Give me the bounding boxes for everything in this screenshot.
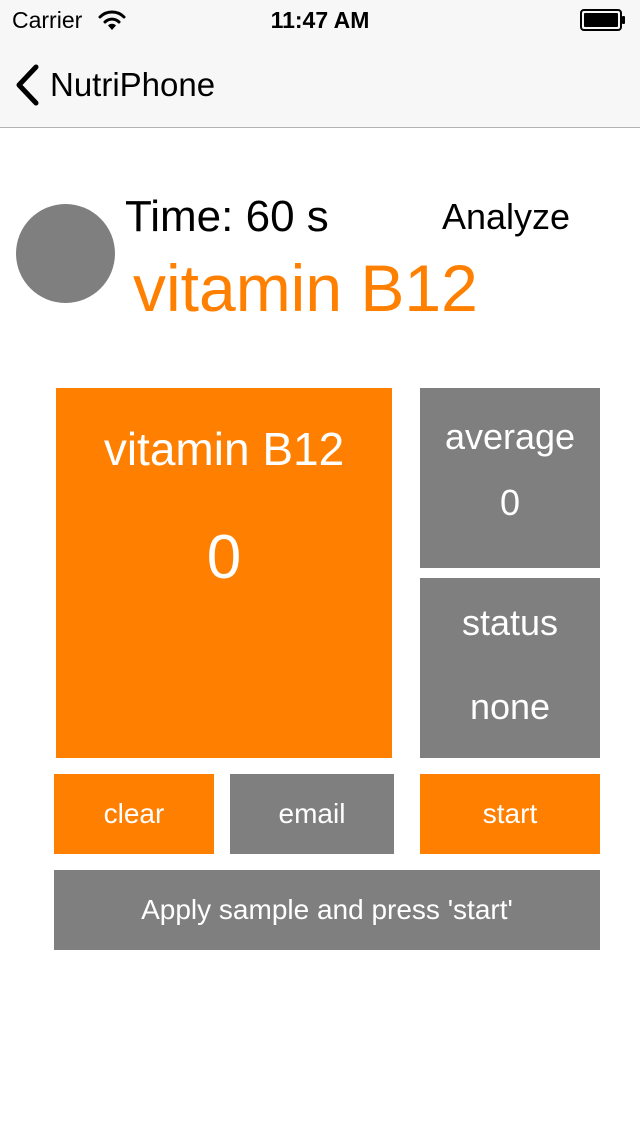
status-indicator-circle — [16, 204, 115, 303]
nutrient-tile-label: vitamin B12 — [103, 423, 345, 475]
status-value: none — [469, 686, 551, 727]
status-tile: status none — [420, 578, 600, 758]
email-button[interactable]: email — [230, 774, 394, 854]
back-button[interactable]: NutriPhone — [14, 62, 215, 108]
email-button-label: email — [278, 798, 346, 829]
average-value: 0 — [499, 482, 521, 523]
instruction-message: Apply sample and press 'start' — [54, 870, 600, 950]
clear-button-label: clear — [103, 798, 165, 829]
clear-button[interactable]: clear — [54, 774, 214, 854]
nutrient-title: vitamin B12 — [133, 251, 478, 325]
time-label: Time: 60 s — [125, 192, 329, 241]
analyze-button[interactable]: Analyze — [436, 196, 576, 242]
nutrient-tile-value: 0 — [206, 523, 242, 592]
status-label: status — [461, 602, 559, 643]
battery-icon — [580, 9, 626, 31]
average-label: average — [444, 416, 576, 457]
average-tile: average 0 — [420, 388, 600, 568]
clock-label: 11:47 AM — [270, 7, 370, 33]
nutrient-value-tile: vitamin B12 0 — [56, 388, 392, 758]
chevron-left-icon — [14, 64, 40, 106]
app-screen: Carrier 11:47 AM NutriPhone Time: 60 s A… — [0, 0, 640, 1136]
start-button[interactable]: start — [420, 774, 600, 854]
start-button-label: start — [482, 798, 538, 829]
instruction-message-text: Apply sample and press 'start' — [141, 894, 513, 925]
top-bar: Carrier 11:47 AM NutriPhone — [0, 0, 640, 128]
back-button-label: NutriPhone — [50, 66, 216, 103]
